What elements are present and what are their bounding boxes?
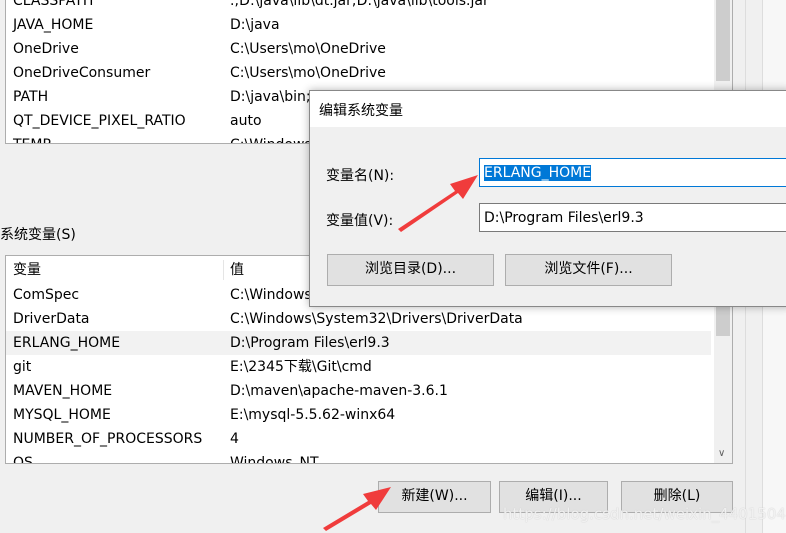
- red-arrow-icon: [323, 487, 391, 531]
- annotation-arrows: [323, 175, 478, 531]
- red-arrow-icon: [398, 175, 478, 232]
